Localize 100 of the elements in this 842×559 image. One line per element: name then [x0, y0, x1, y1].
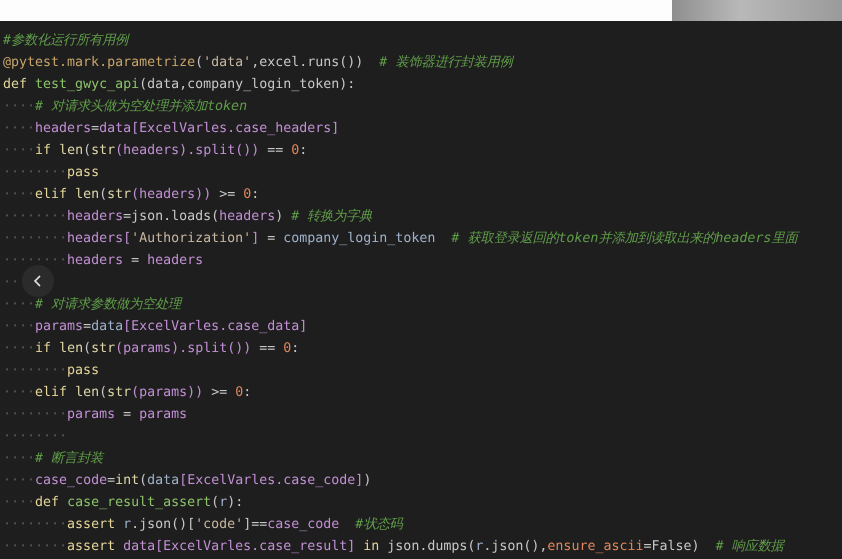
code-token: =: [107, 472, 116, 490]
code-token: data[ExcelVarles.case_result]: [123, 538, 356, 556]
code-keyword: assert: [67, 538, 116, 556]
code-token: case_code: [35, 472, 108, 490]
whitespace-marker: ········: [3, 516, 68, 534]
code-keyword: pass: [67, 164, 100, 182]
code-token: (params)): [131, 384, 204, 402]
whitespace-marker: ····: [3, 318, 36, 336]
code-keyword: elif: [35, 384, 68, 402]
code-token: ):: [227, 494, 244, 512]
code-token: headers: [67, 252, 124, 270]
string-literal: 'data': [203, 54, 252, 72]
code-token: (: [83, 142, 92, 160]
code-comment: # 装饰器进行封装用例: [379, 54, 512, 72]
function-name: test_gwyc_api: [35, 76, 140, 94]
builtin-name: len: [75, 186, 100, 204]
code-token: (: [195, 54, 204, 72]
code-token: :: [243, 384, 252, 402]
code-token: params: [139, 406, 188, 424]
code-token: (: [99, 384, 108, 402]
code-token: :: [299, 142, 308, 160]
code-token: ): [363, 472, 372, 490]
code-token: [ExcelVarles.case_data]: [123, 318, 308, 336]
code-token: (: [83, 340, 92, 358]
code-token: :: [251, 186, 260, 204]
code-comment: # 转换为字典: [291, 208, 372, 226]
builtin-name: len: [59, 340, 84, 358]
code-token: =False): [644, 538, 701, 556]
whitespace-marker: ········: [3, 406, 68, 424]
code-token: :: [291, 340, 300, 358]
code-comment: #参数化运行所有用例: [3, 32, 128, 50]
whitespace-marker: ········: [3, 252, 68, 270]
code-token: =: [83, 318, 92, 336]
code-token: >=: [218, 186, 236, 204]
code-token: =json.loads(: [123, 208, 220, 226]
whitespace-marker: ····: [3, 296, 36, 314]
code-token: headers: [35, 120, 92, 138]
whitespace-marker: ········: [3, 538, 68, 556]
string-literal: 'Authorization': [131, 230, 252, 248]
whitespace-marker: ········: [3, 164, 68, 182]
code-token: data: [91, 318, 124, 336]
code-token: data[ExcelVarles.case_headers]: [99, 120, 340, 138]
code-literal: 0: [235, 384, 244, 402]
chevron-left-icon: [33, 274, 43, 288]
builtin-name: str: [91, 142, 116, 160]
code-token: (: [211, 494, 220, 512]
whitespace-marker: ····: [3, 98, 36, 116]
whitespace-marker: ····: [3, 142, 36, 160]
code-comment: # 对请求头做为空处理并添加token: [35, 98, 248, 116]
back-button[interactable]: [22, 265, 54, 297]
code-token: (: [139, 472, 148, 490]
code-token: .json(),: [483, 538, 548, 556]
code-token: ==: [266, 142, 284, 160]
whitespace-marker: ··: [3, 274, 20, 292]
code-token: headers: [67, 208, 124, 226]
code-token: params: [35, 318, 84, 336]
code-token: .json()[: [131, 516, 196, 534]
code-token: headers: [219, 208, 276, 226]
builtin-name: len: [75, 384, 100, 402]
code-literal: ensure_ascii: [547, 538, 644, 556]
whitespace-marker: ········: [3, 428, 68, 446]
code-token: ]: [251, 230, 260, 248]
code-keyword: if: [35, 340, 52, 358]
builtin-name: str: [91, 340, 116, 358]
code-token: ): [275, 208, 284, 226]
code-keyword: assert: [67, 516, 116, 534]
code-token: =: [91, 120, 100, 138]
string-literal: 'code': [195, 516, 244, 534]
whitespace-marker: ····: [3, 384, 36, 402]
code-token: json.dumps(: [387, 538, 476, 556]
code-token: =: [122, 406, 132, 424]
code-token: (params).split()): [115, 340, 252, 358]
whitespace-marker: ········: [3, 208, 68, 226]
code-token: data: [147, 472, 180, 490]
code-token: =: [130, 252, 140, 270]
code-token: headers: [147, 252, 204, 270]
whitespace-marker: ········: [3, 362, 68, 380]
code-literal: 0: [283, 340, 292, 358]
builtin-name: len: [59, 142, 84, 160]
whitespace-marker: ····: [3, 340, 36, 358]
function-name: case_result_assert: [67, 494, 212, 512]
code-token: [ExcelVarles.case_code]: [179, 472, 364, 490]
code-token: r: [475, 538, 484, 556]
code-comment: # 响应数据: [716, 538, 784, 556]
code-token: ==: [258, 340, 276, 358]
code-comment: # 对请求参数做为空处理: [35, 296, 182, 314]
whitespace-marker: ····: [3, 472, 36, 490]
code-keyword: def: [35, 494, 60, 512]
code-keyword: if: [35, 142, 52, 160]
builtin-name: int: [115, 472, 140, 490]
code-keyword: elif: [35, 186, 68, 204]
builtin-name: str: [107, 384, 132, 402]
whitespace-marker: ········: [3, 230, 68, 248]
code-literal: 0: [243, 186, 252, 204]
code-token: (: [99, 186, 108, 204]
code-token: r: [219, 494, 228, 512]
code-token: (data,company_login_token):: [139, 76, 356, 94]
code-token: r: [123, 516, 132, 534]
whitespace-marker: ····: [3, 120, 36, 138]
code-literal: 0: [291, 142, 300, 160]
